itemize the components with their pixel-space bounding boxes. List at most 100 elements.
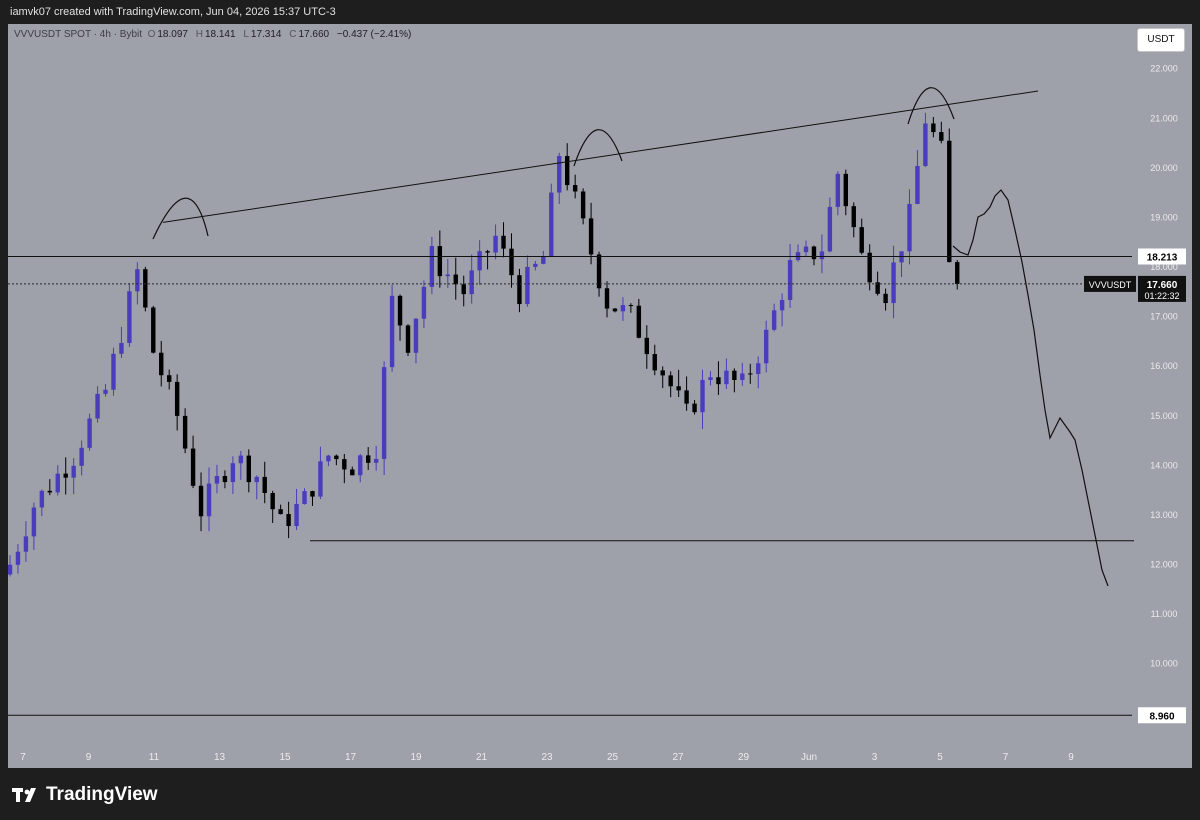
candle-body	[453, 274, 458, 285]
candle-body	[326, 455, 331, 462]
candle-body	[47, 490, 52, 493]
candle-body	[214, 475, 220, 484]
candle-body	[724, 370, 729, 385]
candle-body	[270, 493, 275, 510]
brand-name: TradingView	[46, 784, 158, 805]
candle-body	[477, 251, 482, 271]
low-key: L	[243, 29, 249, 40]
candle-body	[939, 132, 944, 141]
candle-body	[294, 503, 299, 527]
candle-body	[915, 165, 920, 204]
candle-body	[883, 293, 888, 304]
author-caption: iamvk07 created with TradingView.com, Ju…	[10, 6, 336, 18]
candle-body	[71, 465, 76, 478]
candle-body	[732, 370, 737, 380]
candle-body	[525, 266, 530, 305]
candle-body	[159, 352, 164, 376]
candle-body	[469, 270, 474, 295]
chart-panel[interactable]: 22.000 21.000 20.000 19.000 18.000 17.000 16.0…	[8, 24, 1192, 768]
candle-body	[764, 329, 769, 364]
last-symbol-label: VVVUSDT	[1089, 280, 1132, 290]
projected-path	[952, 189, 1109, 587]
candle-body	[238, 455, 244, 464]
candle-body	[119, 342, 124, 354]
candle-body	[167, 375, 172, 382]
footer-bar: TradingView	[0, 768, 1200, 820]
y-tick-label: 22.000	[1150, 64, 1178, 74]
candle-body	[373, 458, 379, 463]
ohlc-legend: VVVUSDT SPOT · 4h · Bybit O 18.097 H 18.14…	[14, 29, 416, 40]
resistance-price-label: 18.213	[1147, 252, 1178, 263]
candle-body	[756, 363, 761, 374]
tradingview-logo[interactable]: TradingView	[12, 784, 158, 806]
close-key: C	[289, 29, 297, 40]
low-value: 17.314	[250, 29, 282, 40]
x-tick-label: 9	[1068, 752, 1074, 763]
candle-body	[859, 227, 864, 253]
candle-body	[302, 491, 307, 504]
candle-body	[851, 206, 856, 228]
candle-body	[318, 461, 323, 497]
candle-body	[835, 173, 841, 207]
candle-body	[79, 447, 84, 466]
candle-body	[644, 337, 649, 355]
candle-body	[931, 123, 936, 133]
candle-body	[493, 235, 498, 253]
candle-body	[182, 415, 188, 449]
last-price-label: 17.660	[1147, 280, 1178, 291]
top-arc-1	[152, 197, 209, 240]
candle-body	[174, 381, 180, 416]
candle-body	[716, 377, 721, 385]
top-arc-3	[907, 87, 955, 125]
candle-body	[198, 485, 204, 517]
symbol-label[interactable]: VVVUSDT SPOT · 4h · Bybit	[14, 29, 142, 40]
candle-body	[636, 305, 642, 338]
candle-body	[628, 305, 634, 307]
candle-body	[405, 325, 411, 353]
high-key: H	[195, 29, 203, 40]
candle-body	[286, 514, 291, 527]
candle-body	[55, 473, 60, 493]
candle-body	[676, 386, 681, 391]
y-tick-label: 14.000	[1150, 460, 1178, 470]
y-tick-label: 17.000	[1150, 312, 1178, 322]
candle-body	[779, 299, 785, 311]
candle-body	[740, 373, 745, 380]
candle-body	[891, 262, 896, 304]
candle-body	[549, 192, 554, 257]
candle-body	[819, 251, 825, 260]
candle-body	[541, 256, 546, 264]
candle-body	[127, 291, 132, 343]
x-tick-label: 11	[149, 752, 160, 763]
candle-body	[557, 156, 562, 193]
candle-body	[23, 536, 29, 552]
candle-body	[206, 483, 212, 517]
candle-body	[620, 305, 626, 312]
y-tick-label: 19.000	[1150, 212, 1178, 222]
candle-body	[95, 393, 100, 419]
open-value: 18.097	[157, 29, 188, 40]
candle-body	[230, 463, 236, 483]
candle-body	[565, 156, 570, 186]
candle-body	[461, 284, 466, 295]
candle-body	[947, 140, 952, 263]
top-caption-bar: iamvk07 created with TradingView.com, Ju…	[0, 0, 1200, 24]
candle-body	[103, 389, 108, 394]
candle-body	[190, 448, 196, 486]
currency-button[interactable]: USDT	[1137, 28, 1185, 52]
candle-body	[135, 269, 140, 292]
candle-body	[310, 491, 315, 497]
candle-body	[501, 235, 506, 249]
candle-body	[596, 254, 602, 289]
low-level-price-label: 8.960	[1149, 711, 1174, 722]
candle-body	[580, 191, 586, 219]
price-chart[interactable]: 22.00021.00020.00019.00018.00017.00016.0…	[8, 24, 1192, 768]
candle-body	[246, 455, 251, 483]
x-tick-label: 17	[345, 752, 357, 763]
candle-body	[8, 564, 13, 575]
candle-body	[421, 286, 427, 319]
candle-body	[15, 551, 21, 565]
candle-body	[660, 370, 665, 376]
candle-body	[254, 476, 259, 483]
x-tick-label: 21	[476, 752, 488, 763]
